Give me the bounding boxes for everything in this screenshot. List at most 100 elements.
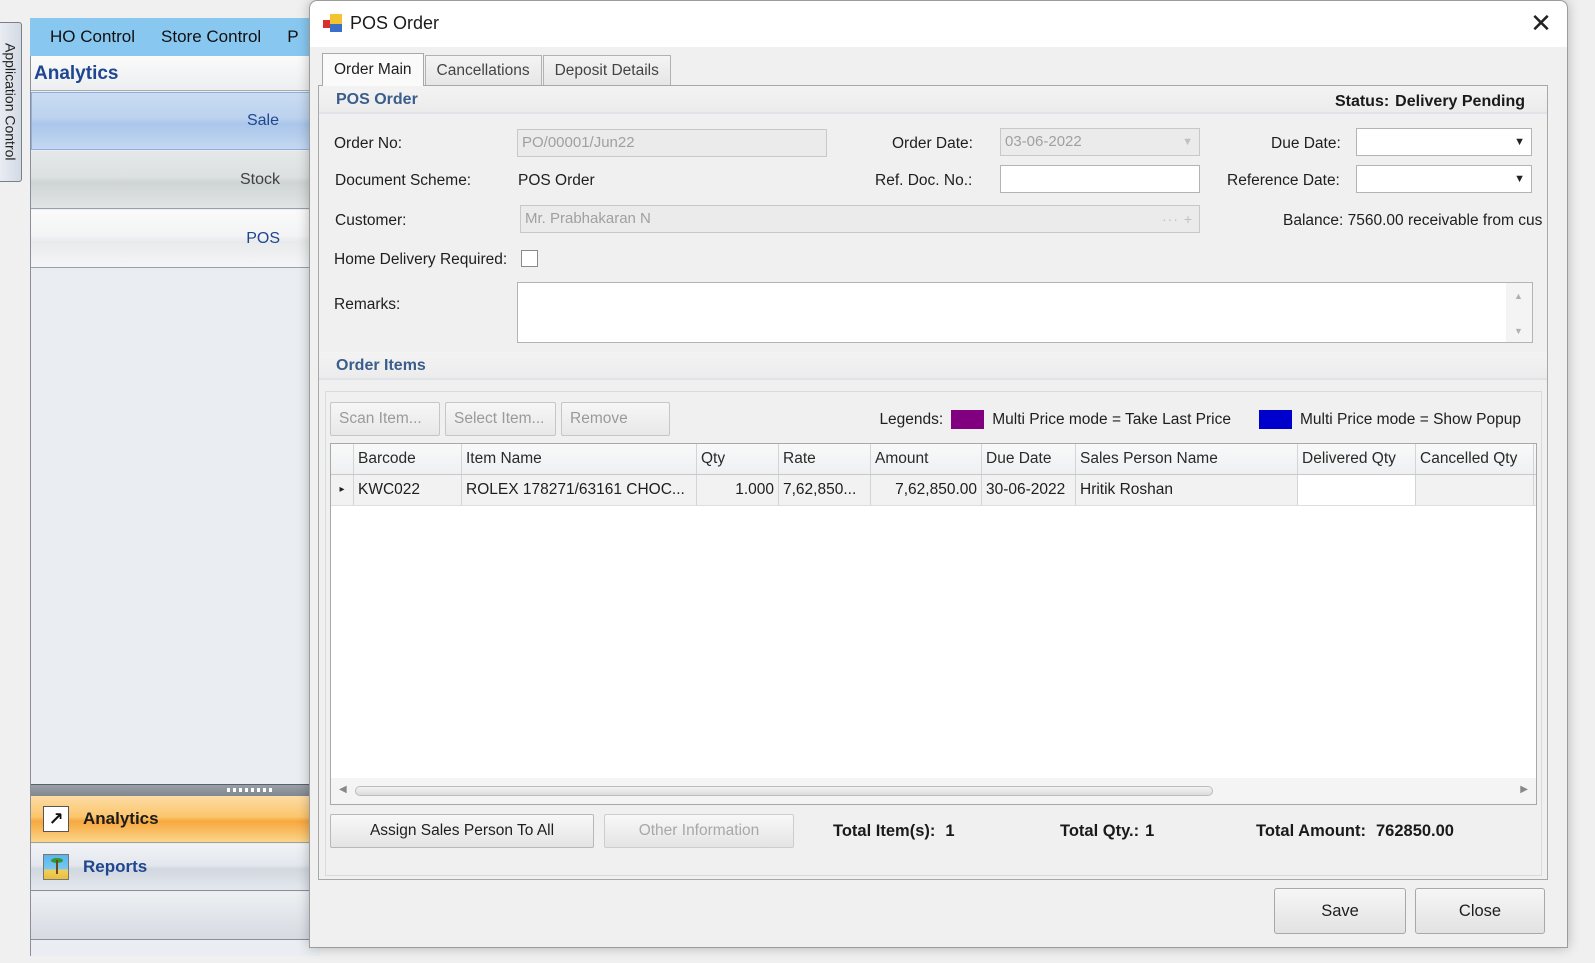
column-header-truncated[interactable] <box>1534 444 1536 474</box>
cell-sales-person[interactable]: Hritik Roshan <box>1076 475 1298 505</box>
order-date-picker[interactable]: 03-06-2022 ▼ <box>1000 128 1200 156</box>
tab-order-main[interactable]: Order Main <box>322 53 424 86</box>
section-title: Order Items <box>336 357 426 374</box>
order-date-value: 03-06-2022 <box>1005 133 1082 150</box>
tab-strip: Order Main Cancellations Deposit Details <box>322 53 672 86</box>
cell-amount[interactable]: 7,62,850.00 <box>871 475 982 505</box>
panel-splitter[interactable] <box>31 784 320 796</box>
remarks-textarea[interactable]: ▲ ▼ <box>517 282 1533 343</box>
scrollbar-thumb[interactable] <box>355 786 1213 796</box>
menu-ho-control[interactable]: HO Control <box>50 27 135 47</box>
total-amount-value: 762850.00 <box>1375 822 1454 840</box>
due-date-picker[interactable]: ▼ <box>1356 128 1532 156</box>
total-items-label: Total Item(s): <box>833 822 936 840</box>
panel-button-pos[interactable]: POS <box>31 210 320 268</box>
cell-barcode[interactable]: KWC022 <box>354 475 462 505</box>
other-information-button[interactable]: Other Information <box>604 814 794 848</box>
ref-doc-no-input[interactable] <box>1000 165 1200 193</box>
remarks-label: Remarks: <box>334 296 401 313</box>
menu-truncated[interactable]: P <box>287 27 298 47</box>
cell-qty[interactable]: 1.000 <box>697 475 779 505</box>
pos-order-dialog: POS Order ✕ Order Main Cancellations Dep… <box>309 0 1568 948</box>
column-header-barcode[interactable]: Barcode <box>354 444 462 474</box>
close-icon[interactable]: ✕ <box>1527 9 1555 37</box>
customer-lookup-add-icons[interactable]: ··· + <box>1162 206 1193 232</box>
due-date-label: Due Date: <box>1271 135 1341 152</box>
customer-value: Mr. Prabhakaran N <box>525 210 651 227</box>
table-row[interactable]: ▸ KWC022 ROLEX 178271/63161 CHOC... 1.00… <box>331 475 1536 506</box>
row-indicator-icon: ▸ <box>331 475 354 505</box>
panel-button-stock[interactable]: Stock <box>31 151 320 209</box>
panel-button-sale[interactable]: Sale <box>31 92 320 150</box>
cell-delivered-qty[interactable] <box>1298 475 1416 505</box>
nav-item-reports[interactable]: Reports <box>31 844 320 891</box>
grid-header: Barcode Item Name Qty Rate Amount Due Da… <box>331 444 1536 475</box>
order-items-footer: Assign Sales Person To All Other Informa… <box>330 812 1537 852</box>
picture-icon <box>43 854 69 880</box>
grid-horizontal-scrollbar[interactable]: ◀ ▶ <box>331 778 1536 804</box>
cell-rate[interactable]: 7,62,850... <box>779 475 871 505</box>
column-header-sales-person[interactable]: Sales Person Name <box>1076 444 1298 474</box>
column-header-indicator <box>331 444 354 474</box>
customer-field[interactable]: Mr. Prabhakaran N ··· + <box>520 205 1200 233</box>
scroll-down-icon[interactable]: ▼ <box>1514 326 1523 336</box>
cell-item-name[interactable]: ROLEX 178271/63161 CHOC... <box>462 475 697 505</box>
ref-doc-no-label: Ref. Doc. No.: <box>875 172 973 189</box>
close-button[interactable]: Close <box>1415 888 1545 934</box>
save-button[interactable]: Save <box>1274 888 1406 934</box>
legends-label: Legends: <box>879 410 944 428</box>
column-header-amount[interactable]: Amount <box>871 444 982 474</box>
reference-date-picker[interactable]: ▼ <box>1356 165 1532 193</box>
document-scheme-value: POS Order <box>518 172 595 189</box>
splitter-grip-icon <box>227 788 275 792</box>
tab-deposit-details[interactable]: Deposit Details <box>542 55 671 85</box>
dialog-title: POS Order <box>350 13 440 33</box>
column-header-cancelled-qty[interactable]: Cancelled Qty <box>1416 444 1534 474</box>
tab-cancellations[interactable]: Cancellations <box>424 55 542 85</box>
order-items-grid: Barcode Item Name Qty Rate Amount Due Da… <box>330 443 1537 805</box>
scroll-up-icon[interactable]: ▲ <box>1514 291 1523 301</box>
legend-text: Multi Price mode = Take Last Price <box>992 410 1231 428</box>
application-control-tab[interactable]: Application Control <box>0 22 22 182</box>
app-icon <box>323 14 343 32</box>
nav-item-analytics[interactable]: ↗ Analytics <box>31 796 320 843</box>
cell-cancelled-qty[interactable] <box>1416 475 1534 505</box>
chevron-down-icon[interactable]: ▼ <box>1514 129 1525 155</box>
column-header-delivered-qty[interactable]: Delivered Qty <box>1298 444 1416 474</box>
chevron-down-icon[interactable]: ▼ <box>1514 166 1525 192</box>
nav-item-label: Reports <box>83 857 148 876</box>
home-delivery-checkbox[interactable] <box>521 250 538 267</box>
nav-item-label: Analytics <box>83 809 159 828</box>
remarks-scrollbar[interactable]: ▲ ▼ <box>1506 283 1532 342</box>
order-main-page: POS Order Status: Delivery Pending Order … <box>318 85 1548 880</box>
status-label: Status: <box>1334 93 1390 110</box>
order-no-field[interactable]: PO/00001/Jun22 <box>517 129 827 157</box>
panel-button-label: POS <box>246 229 280 247</box>
chevron-down-icon[interactable]: ▼ <box>1182 129 1193 155</box>
assign-sales-person-button[interactable]: Assign Sales Person To All <box>330 814 594 848</box>
column-header-item-name[interactable]: Item Name <box>462 444 697 474</box>
total-items-value: 1 <box>945 822 955 840</box>
remove-item-button[interactable]: Remove Item <box>561 402 670 459</box>
dialog-titlebar[interactable]: POS Order ✕ <box>310 1 1567 47</box>
scroll-right-icon[interactable]: ▶ <box>1520 784 1528 795</box>
column-header-rate[interactable]: Rate <box>779 444 871 474</box>
total-items: Total Item(s): 1 <box>833 822 955 841</box>
legend-swatch-take-last-price <box>951 410 985 429</box>
legend-swatch-show-popup <box>1259 410 1292 429</box>
panel-title: Analytics <box>31 56 320 91</box>
total-qty: Total Qty.: 1 <box>1060 822 1154 841</box>
column-header-due-date[interactable]: Due Date <box>982 444 1076 474</box>
total-qty-label: Total Qty.: <box>1060 822 1140 840</box>
scroll-left-icon[interactable]: ◀ <box>339 784 347 795</box>
cell-truncated[interactable] <box>1534 475 1536 505</box>
section-title: POS Order <box>336 91 418 108</box>
cell-due-date[interactable]: 30-06-2022 <box>982 475 1076 505</box>
legends: Legends: Multi Price mode = Take Last Pr… <box>879 410 1521 429</box>
left-panel: Analytics Sale Stock POS ↗ Analytics Rep… <box>30 56 320 956</box>
select-item-button[interactable]: Select Item... <box>445 402 556 436</box>
panel-button-label: Stock <box>239 170 280 188</box>
column-header-qty[interactable]: Qty <box>697 444 779 474</box>
menu-store-control[interactable]: Store Control <box>161 27 261 47</box>
scan-item-button[interactable]: Scan Item... <box>330 402 440 436</box>
